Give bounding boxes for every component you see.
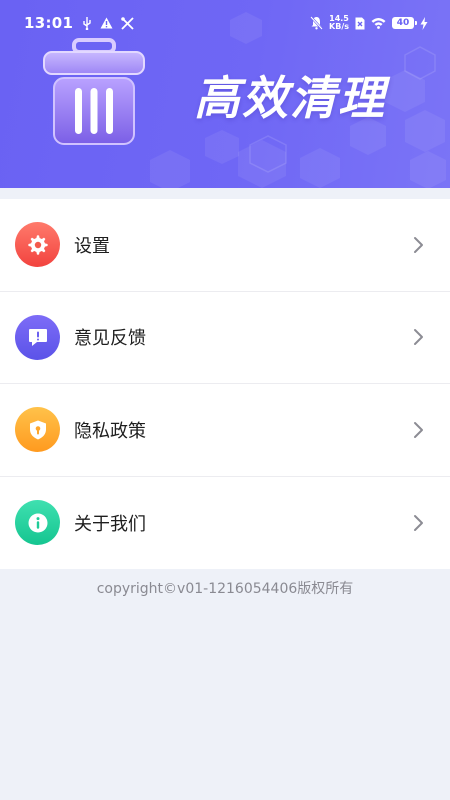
feedback-icon: [28, 329, 47, 347]
charging-bolt-icon: [420, 16, 428, 30]
battery-level: 40: [396, 18, 410, 28]
sim-x-icon: [355, 17, 365, 29]
menu-item-settings[interactable]: 设置: [0, 199, 450, 292]
menu-icon-feedback: [15, 314, 60, 360]
menu-icon-privacy: [15, 407, 60, 453]
chevron-right-icon: [414, 329, 423, 346]
warning-icon: [100, 17, 113, 29]
header-title: 高效清理: [194, 71, 386, 125]
menu-label-settings: 设置: [74, 235, 110, 257]
settings-menu: 设置 意见反馈 隐私政策 关于我们: [0, 199, 450, 569]
menu-item-feedback[interactable]: 意见反馈: [0, 292, 450, 384]
chevron-right-icon: [414, 514, 423, 531]
shield-lock-icon: [29, 420, 46, 440]
status-time: 13:01: [24, 14, 74, 32]
menu-icon-about: [15, 500, 60, 546]
header-banner: 13:01 14.5 KB/s 40 高效清理: [0, 0, 450, 188]
wifi-icon: [371, 18, 386, 29]
chevron-right-icon: [414, 421, 423, 438]
menu-label-feedback: 意见反馈: [74, 328, 146, 350]
net-speed-unit: KB/s: [329, 22, 349, 31]
chevron-right-icon: [414, 236, 423, 253]
copyright-text: copyright©v01-1216054406版权所有: [96, 581, 354, 597]
info-icon: [28, 513, 47, 533]
trash-can-icon: [43, 38, 145, 145]
gear-icon: [27, 235, 48, 255]
menu-item-privacy-policy[interactable]: 隐私政策: [0, 384, 450, 477]
battery-icon: 40: [392, 17, 417, 29]
network-speed: 14.5 KB/s: [329, 15, 349, 31]
menu-item-about-us[interactable]: 关于我们: [0, 477, 450, 570]
usb-icon: [83, 16, 91, 30]
menu-icon-settings: [15, 222, 60, 268]
tools-icon: [121, 16, 134, 30]
mute-bell-icon: [310, 16, 323, 30]
menu-label-privacy: 隐私政策: [74, 420, 146, 442]
menu-label-about: 关于我们: [74, 513, 146, 535]
